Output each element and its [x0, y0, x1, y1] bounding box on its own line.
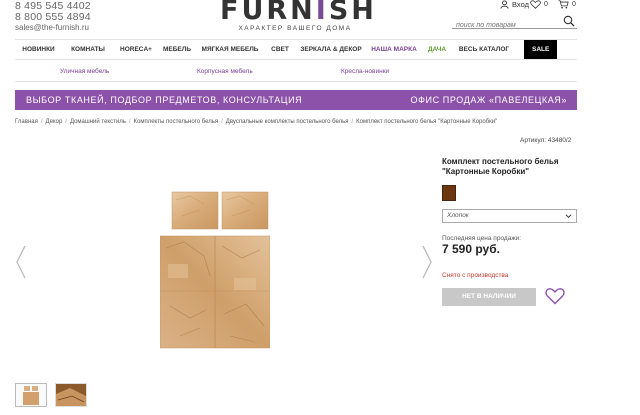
price-label: Последняя цена продажи:	[442, 235, 522, 242]
breadcrumb-separator: /	[128, 119, 131, 125]
thumbnail-2[interactable]	[55, 383, 87, 407]
banner-left-text: ВЫБОР ТКАНЕЙ, ПОДБОР ПРЕДМЕТОВ, КОНСУЛЬТ…	[26, 95, 303, 105]
chevron-left-icon	[16, 245, 26, 279]
wishlist-link[interactable]: 0	[530, 0, 548, 9]
price-value: 7 590 руб.	[442, 242, 500, 256]
wishlist-count: 0	[544, 1, 548, 8]
search-icon[interactable]	[563, 15, 575, 27]
breadcrumb-link: Комплект постельного белья "Картонные Ко…	[356, 119, 498, 125]
subnav-item[interactable]: Уличная мебель	[60, 68, 109, 75]
banner-right-text: ОФИС ПРОДАЖ «ПАВЕЛЕЦКАЯ»	[410, 95, 567, 105]
nav-item[interactable]: КОМНАТЫ	[62, 40, 114, 59]
breadcrumb-separator: /	[40, 119, 43, 125]
color-swatch[interactable]	[442, 185, 456, 201]
thumbnail-1[interactable]	[15, 383, 47, 407]
nav-item[interactable]: НАША МАРКА	[366, 40, 422, 59]
cart-link[interactable]: 0	[558, 0, 576, 9]
product-image[interactable]	[160, 186, 270, 352]
login-label: Вход	[512, 0, 529, 9]
material-value: Хлопок	[447, 212, 469, 219]
subnav-item[interactable]: Кресла-новинки	[341, 68, 389, 75]
nav-item[interactable]: ВЕСЬ КАТАЛОГ	[452, 40, 516, 59]
search-box	[452, 14, 577, 33]
cart-icon	[558, 0, 569, 9]
nav-item[interactable]: МЕБЕЛЬ	[158, 40, 196, 59]
next-image-button[interactable]	[421, 245, 433, 286]
material-select[interactable]: Хлопок	[442, 209, 577, 223]
subnav-item[interactable]: Корпусная мебель	[197, 68, 253, 75]
breadcrumb-link[interactable]: Двуспальные комплекты постельного белья	[226, 119, 349, 125]
nav-item[interactable]: НОВИНКИ	[15, 40, 62, 59]
breadcrumb-separator: /	[351, 119, 354, 125]
lamp-icon: I	[315, 0, 329, 26]
nav-item[interactable]: ЗЕРКАЛА & ДЕКОР	[296, 40, 366, 59]
article-number: Артикул: 43480/2	[520, 137, 572, 144]
add-to-favorites-heart-icon[interactable]	[545, 287, 565, 305]
logo-tagline: ХАРАКТЕР ВАШЕГО ДОМА	[238, 25, 352, 32]
breadcrumb-link[interactable]: Декор	[46, 119, 63, 125]
nav-item[interactable]: HORECA+	[114, 40, 158, 59]
heart-icon	[530, 0, 541, 9]
logo-wordmark: FURNISH	[220, 0, 374, 24]
breadcrumb-separator: /	[65, 119, 67, 125]
product-title: Комплект постельного белья "Картонные Ко…	[442, 157, 559, 176]
prev-image-button[interactable]	[15, 245, 27, 286]
main-nav: НОВИНКИ КОМНАТЫ HORECA+ МЕБЕЛЬ МЯГКАЯ МЕБЕЛЬ…	[15, 39, 577, 60]
thumbnail-image	[56, 384, 86, 406]
breadcrumb-link[interactable]: Домашний текстиль	[70, 119, 126, 125]
nav-item[interactable]: ДАЧА	[422, 40, 452, 59]
search-input[interactable]	[452, 18, 557, 33]
cart-count: 0	[572, 1, 576, 8]
site-logo[interactable]: FURNISH ХАРАКТЕР ВАШЕГО ДОМА	[220, 0, 374, 40]
nav-item[interactable]: МЯГКАЯ МЕБЕЛЬ	[196, 40, 264, 59]
sub-nav: Уличная мебель Корпусная мебель Кресла-нов…	[15, 61, 577, 82]
nav-item[interactable]: СВЕТ	[264, 40, 296, 59]
chevron-right-icon	[422, 245, 432, 279]
phone-number-1[interactable]: 8 495 545 4402	[15, 1, 91, 12]
nav-item[interactable]: SALE	[524, 40, 558, 59]
thumbnail-image	[16, 384, 46, 406]
breadcrumb-separator: /	[221, 119, 223, 125]
breadcrumb-link[interactable]: Главная	[15, 119, 38, 125]
breadcrumb-link[interactable]: Комплекты постельного белья	[134, 119, 219, 125]
breadcrumb: Главная / Декор / Домашний текстиль / Комплект…	[15, 119, 497, 125]
login-link[interactable]: Вход	[500, 0, 529, 9]
user-icon	[500, 0, 509, 9]
out-of-stock-button[interactable]: НЕТ В НАЛИЧИИ	[442, 288, 536, 306]
product-status: Снято с производства	[442, 272, 509, 279]
email-link[interactable]: sales@the-furnish.ru	[15, 24, 89, 32]
phone-number-2[interactable]: 8 800 555 4894	[15, 12, 91, 23]
promo-banner[interactable]: ВЫБОР ТКАНЕЙ, ПОДБОР ПРЕДМЕТОВ, КОНСУЛЬТ…	[15, 90, 577, 110]
chevron-down-icon	[565, 214, 572, 218]
